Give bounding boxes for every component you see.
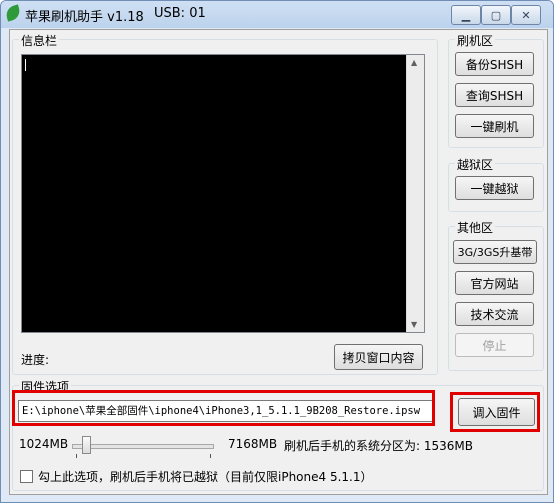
one-click-flash-button[interactable]: 一键刷机 xyxy=(455,114,534,138)
title-bar[interactable]: 苹果刷机助手 v1.18 USB: 01 ▁ ▢ ✕ xyxy=(1,1,553,28)
partition-size-text: 刷机后手机的系统分区为: 1536MB xyxy=(284,439,473,453)
info-panel-label: 信息栏 xyxy=(19,32,60,49)
jailbreak-group: 越狱区 一键越狱 xyxy=(448,156,544,212)
usb-status: USB: 01 xyxy=(154,6,206,21)
log-scrollbar[interactable]: ▲ ▼ xyxy=(406,55,424,332)
info-panel: 信息栏 ▲ ▼ 进度: 拷贝窗口内容 xyxy=(12,32,438,375)
flash-group: 刷机区 备份SHSH 查询SHSH 一键刷机 xyxy=(448,32,544,148)
jailbreak-after-flash-checkbox[interactable] xyxy=(20,470,33,483)
maximize-button[interactable]: ▢ xyxy=(481,5,511,25)
slider-max-label: 7168MB xyxy=(228,437,278,451)
one-click-jailbreak-button[interactable]: 一键越狱 xyxy=(455,176,534,200)
window-title: 苹果刷机助手 v1.18 xyxy=(25,10,144,25)
log-console[interactable]: ▲ ▼ xyxy=(21,54,425,333)
slider-min-label: 1024MB xyxy=(19,437,69,451)
minimize-icon: ▁ xyxy=(461,8,471,22)
stop-button[interactable]: 停止 xyxy=(455,333,534,357)
app-leaf-icon xyxy=(4,4,22,22)
client-area: 信息栏 ▲ ▼ 进度: 拷贝窗口内容 刷机区 备份SHSH 查询SHSH 一键刷… xyxy=(9,29,548,495)
flash-group-label: 刷机区 xyxy=(455,32,496,49)
tech-exchange-button[interactable]: 技术交流 xyxy=(455,302,534,326)
maximize-icon: ▢ xyxy=(490,8,502,22)
partition-slider-track[interactable] xyxy=(72,444,214,449)
scroll-down-icon[interactable]: ▼ xyxy=(411,320,417,329)
other-group: 其他区 3G/3GS升基带 官方网站 技术交流 停止 xyxy=(448,219,544,371)
backup-shsh-button[interactable]: 备份SHSH xyxy=(455,52,534,76)
close-icon: ✕ xyxy=(521,8,531,22)
scroll-up-icon[interactable]: ▲ xyxy=(411,58,417,67)
query-shsh-button[interactable]: 查询SHSH xyxy=(455,83,534,107)
firmware-path-highlight xyxy=(12,390,435,426)
slider-tick xyxy=(76,454,77,458)
baseband-upgrade-button[interactable]: 3G/3GS升基带 xyxy=(453,240,537,264)
copy-window-content-button[interactable]: 拷贝窗口内容 xyxy=(334,344,423,370)
partition-slider-thumb[interactable] xyxy=(82,436,91,454)
close-button[interactable]: ✕ xyxy=(511,5,541,25)
other-group-label: 其他区 xyxy=(455,219,496,236)
slider-tick xyxy=(210,454,211,458)
text-caret xyxy=(25,59,26,71)
official-website-button[interactable]: 官方网站 xyxy=(455,271,534,295)
progress-label: 进度: xyxy=(21,353,50,367)
jailbreak-group-label: 越狱区 xyxy=(455,156,496,173)
load-firmware-highlight xyxy=(450,392,540,432)
app-window: 苹果刷机助手 v1.18 USB: 01 ▁ ▢ ✕ 信息栏 ▲ ▼ 进度: 拷… xyxy=(0,0,554,503)
minimize-button[interactable]: ▁ xyxy=(451,5,481,25)
jailbreak-after-flash-label: 勾上此选项，刷机后手机将已越狱（目前仅限iPhone4 5.1.1） xyxy=(38,470,373,484)
